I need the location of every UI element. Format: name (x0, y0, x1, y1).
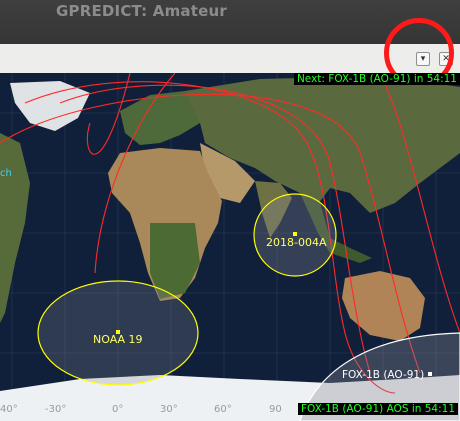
window-title: GPREDICT: Amateur (56, 2, 227, 20)
lon-label: 0° (112, 404, 124, 415)
lon-label: 30° (160, 404, 178, 415)
sat-2018-004a-label[interactable]: 2018-004A (266, 236, 326, 249)
lon-label: 90 (269, 404, 282, 415)
lon-label: 60° (214, 404, 232, 415)
map-edge-text: ch (0, 168, 12, 179)
world-map[interactable]: Next: FOX-1B (AO-91) in 54:11 ch NOAA 19… (0, 73, 460, 421)
noaa19-label[interactable]: NOAA 19 (93, 333, 143, 346)
fox1b-marker[interactable] (428, 372, 432, 376)
lon-label: 40° (0, 404, 18, 415)
lon-label: -30° (45, 404, 67, 415)
aos-event-text: FOX-1B (AO-91) AOS in 54:11 (298, 403, 458, 415)
fox1b-label[interactable]: FOX-1B (AO-91) (342, 369, 424, 381)
next-event-text: Next: FOX-1B (AO-91) in 54:11 (293, 73, 460, 85)
